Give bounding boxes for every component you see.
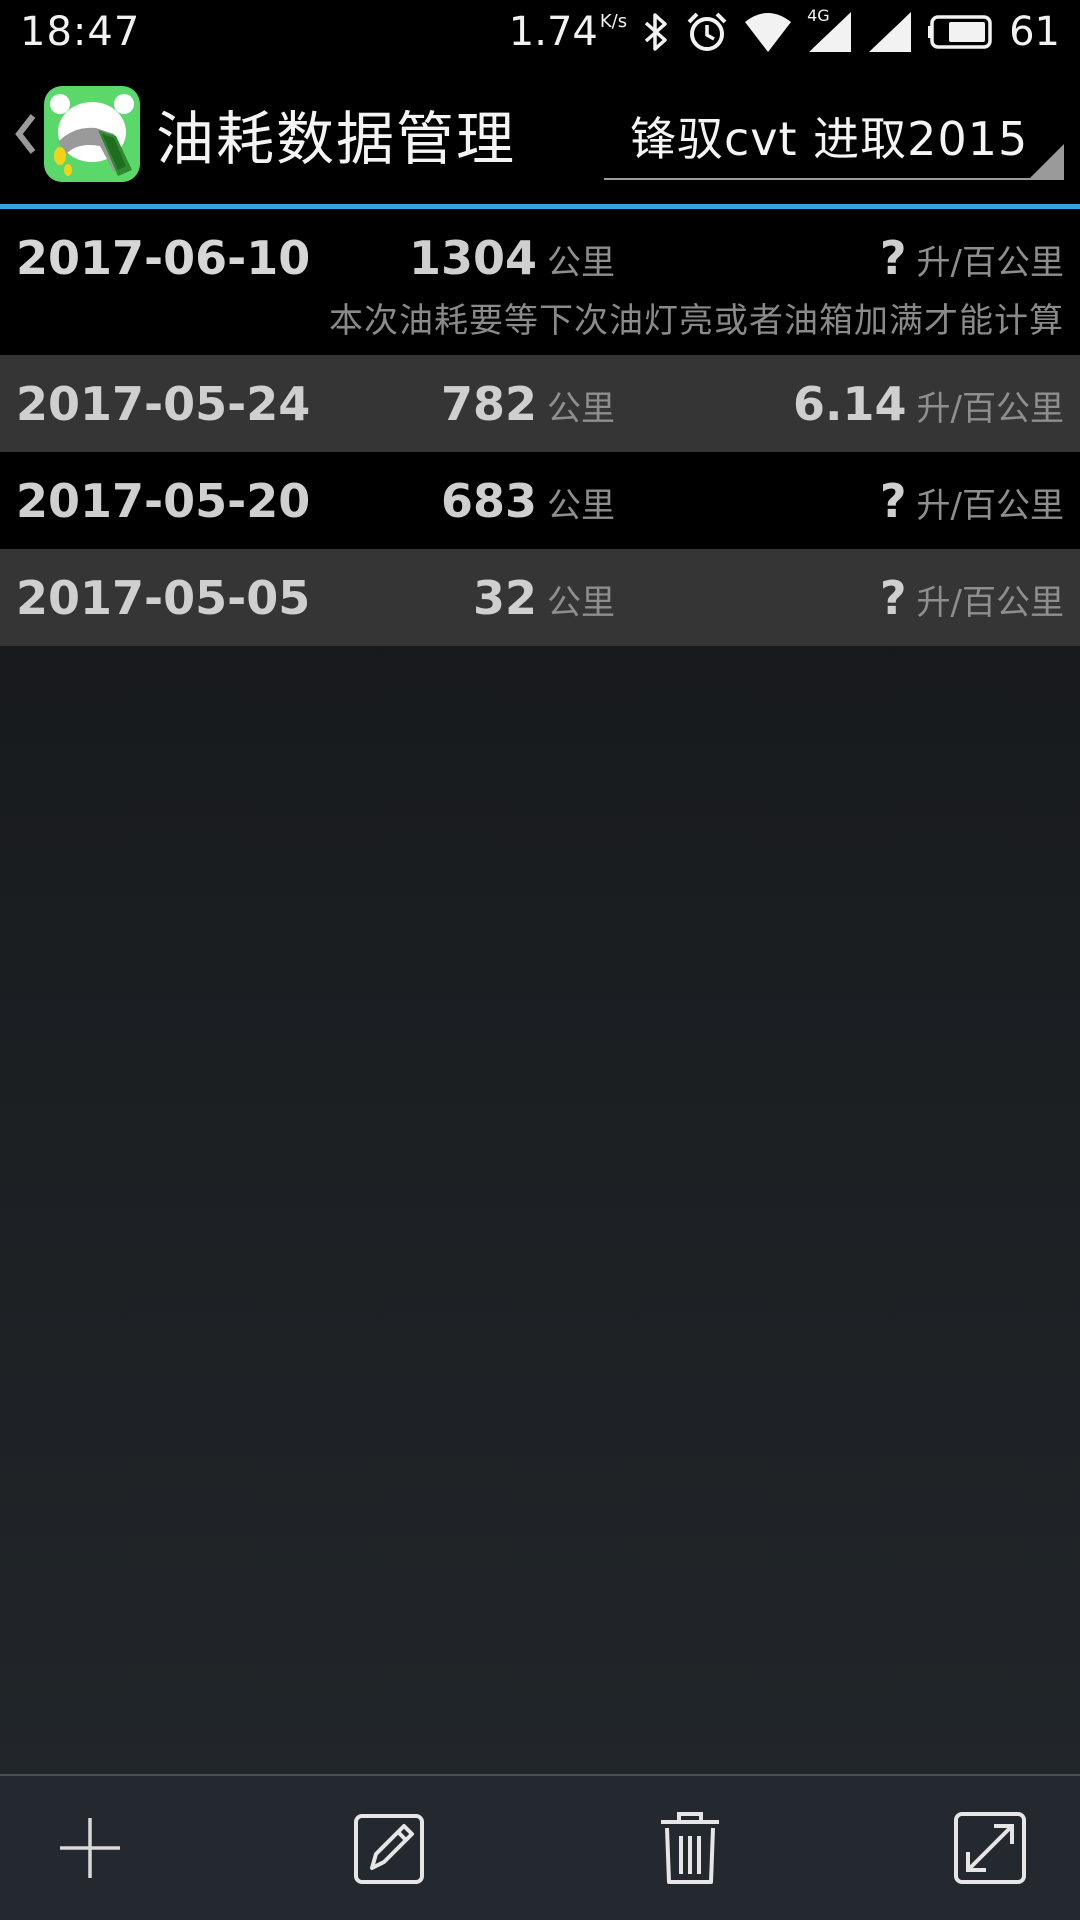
record-distance: 1304 公里 (330, 231, 615, 285)
fuel-record-list[interactable]: 2017-06-10 1304 公里 ? 升/百公里 本次油耗要等下次油灯亮或者油箱… (0, 209, 1080, 646)
dropdown-caret-icon (1030, 144, 1064, 178)
record-consumption: ? 升/百公里 (880, 474, 1064, 528)
distance-value: 1304 (408, 231, 537, 285)
list-item[interactable]: 2017-05-05 32 公里 ? 升/百公里 (0, 549, 1080, 646)
network-speed-value: 1.74 (508, 9, 598, 55)
consumption-value: ? (879, 231, 907, 285)
consumption-unit: 升/百公里 (916, 389, 1064, 429)
consumption-unit: 升/百公里 (916, 583, 1064, 623)
distance-unit: 公里 (547, 486, 615, 526)
record-consumption: ? 升/百公里 (880, 571, 1064, 625)
list-item[interactable]: 2017-05-20 683 公里 ? 升/百公里 (0, 452, 1080, 549)
record-date: 2017-05-05 (16, 571, 311, 625)
record-date: 2017-05-20 (16, 474, 311, 528)
distance-unit: 公里 (547, 389, 615, 429)
edit-icon (354, 1814, 424, 1884)
action-bar: 油耗数据管理 锋驭cvt 进取2015 (0, 64, 1080, 204)
network-speed-unit: K/s (599, 11, 628, 32)
edit-record-button[interactable] (348, 1806, 432, 1890)
delete-icon (661, 1812, 719, 1884)
screen: 18:47 1.74 K/s 4G 61 油耗数据管理 锋驭cvt 进取2015… (0, 0, 1080, 1920)
record-distance: 782 公里 (330, 377, 615, 431)
record-distance: 32 公里 (330, 571, 615, 625)
consumption-value: ? (879, 474, 907, 528)
consumption-value: 6.14 (793, 377, 907, 431)
signal-icon-2 (867, 10, 913, 54)
consumption-unit: 升/百公里 (916, 243, 1064, 283)
delete-record-button[interactable] (648, 1806, 732, 1890)
back-chevron-icon[interactable] (8, 104, 42, 164)
page-title: 油耗数据管理 (156, 105, 517, 173)
battery-level: 61 (1009, 9, 1060, 55)
bottom-toolbar (0, 1774, 1080, 1920)
status-bar: 18:47 1.74 K/s 4G 61 (0, 0, 1080, 64)
wifi-icon (743, 10, 793, 54)
record-consumption: 6.14 升/百公里 (793, 377, 1064, 431)
distance-value: 782 (440, 377, 537, 431)
consumption-unit: 升/百公里 (916, 486, 1064, 526)
record-date: 2017-05-24 (16, 377, 311, 431)
distance-unit: 公里 (547, 243, 615, 283)
expand-button[interactable] (948, 1806, 1032, 1890)
record-note: 本次油耗要等下次油灯亮或者油箱加满才能计算 (329, 301, 1064, 341)
car-selector-dropdown[interactable]: 锋驭cvt 进取2015 (604, 94, 1064, 180)
network-speed: 1.74 K/s (509, 9, 627, 55)
network-type-label: 4G (807, 6, 830, 25)
add-record-button[interactable] (48, 1806, 132, 1890)
add-icon (60, 1818, 120, 1878)
list-item[interactable]: 2017-05-24 782 公里 6.14 升/百公里 (0, 355, 1080, 452)
app-logo-fuel-pump-icon[interactable] (44, 86, 140, 182)
distance-value: 32 (472, 571, 537, 625)
record-consumption: ? 升/百公里 (880, 231, 1064, 285)
status-time: 18:47 (20, 9, 141, 55)
record-distance: 683 公里 (330, 474, 615, 528)
consumption-value: ? (879, 571, 907, 625)
battery-icon (927, 14, 995, 50)
expand-icon (954, 1812, 1026, 1884)
alarm-icon (685, 10, 729, 54)
status-right-group: 1.74 K/s 4G 61 (509, 6, 1060, 55)
list-item[interactable]: 2017-06-10 1304 公里 ? 升/百公里 本次油耗要等下次油灯亮或者油箱… (0, 209, 1080, 355)
distance-value: 683 (440, 474, 537, 528)
car-selector-value: 锋驭cvt 进取2015 (630, 112, 1029, 166)
signal-icon: 4G (807, 6, 853, 54)
record-date: 2017-06-10 (16, 231, 311, 285)
distance-unit: 公里 (547, 583, 615, 623)
bluetooth-icon (641, 12, 671, 52)
